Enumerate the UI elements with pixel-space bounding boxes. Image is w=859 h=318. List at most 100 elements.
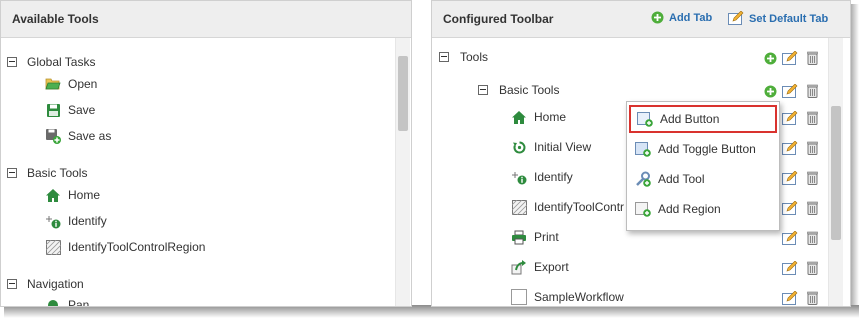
menu-item-add-button[interactable]: Add Button <box>629 105 777 133</box>
menu-item-add-toggle-button[interactable]: Add Toggle Button <box>629 135 777 163</box>
edit-icon[interactable] <box>782 200 798 216</box>
tree-item-identify-region[interactable]: IdentifyToolControlRegion <box>45 238 205 256</box>
left-scrollbar-thumb[interactable] <box>398 56 408 131</box>
save-icon <box>45 102 61 118</box>
item-label: Pan <box>68 298 90 307</box>
set-default-tab-button[interactable]: Set Default Tab <box>728 11 828 26</box>
toolbar-item-home[interactable]: Home <box>511 108 566 126</box>
menu-item-add-region[interactable]: Add Region <box>629 195 777 223</box>
collapse-toggle[interactable] <box>439 52 449 62</box>
item-label: Open <box>68 77 98 91</box>
add-circle-icon <box>651 11 664 24</box>
item-label: Print <box>534 230 559 244</box>
menu-item-label: Add Button <box>660 112 720 126</box>
item-label: Initial View <box>534 140 592 154</box>
trash-icon[interactable] <box>804 140 820 156</box>
add-toggle-button-icon <box>635 141 651 157</box>
group-label: Navigation <box>27 277 84 291</box>
trash-icon[interactable] <box>804 260 820 276</box>
menu-item-label: Add Tool <box>658 172 705 186</box>
tree-item-save[interactable]: Save <box>45 101 95 119</box>
folder-open-icon <box>45 76 61 92</box>
add-button-icon <box>637 111 653 127</box>
trash-icon[interactable] <box>804 110 820 126</box>
export-icon <box>511 259 527 275</box>
group-label: Global Tasks <box>27 55 96 69</box>
item-label: Home <box>68 188 101 202</box>
collapse-toggle[interactable] <box>7 57 17 67</box>
tree-item-identify[interactable]: Identify <box>45 212 107 230</box>
add-item-context-menu: Add Button Add Toggle Button Add Tool Ad… <box>626 101 780 231</box>
configured-toolbar-title: Configured Toolbar <box>443 12 554 26</box>
edit-icon[interactable] <box>782 230 798 246</box>
save-as-icon <box>45 128 61 144</box>
item-label: Identify <box>68 214 107 228</box>
edit-icon[interactable] <box>782 83 798 99</box>
edit-icon[interactable] <box>782 260 798 276</box>
group-label: Basic Tools <box>499 83 560 97</box>
menu-item-label: Add Region <box>658 202 721 216</box>
collapse-toggle[interactable] <box>478 85 488 95</box>
edit-icon[interactable] <box>782 50 798 66</box>
edit-icon[interactable] <box>782 170 798 186</box>
tree-group-navigation[interactable]: Navigation <box>7 275 84 293</box>
home-icon <box>45 187 61 203</box>
trash-icon[interactable] <box>804 200 820 216</box>
toolbar-item-export[interactable]: Export <box>511 258 569 276</box>
add-circle-icon[interactable] <box>762 50 778 66</box>
add-tab-label: Add Tab <box>669 11 713 24</box>
trash-icon[interactable] <box>804 290 820 306</box>
item-label: IdentifyToolContr <box>534 200 625 214</box>
tree-item-save-as[interactable]: Save as <box>45 127 111 145</box>
initial-view-icon <box>511 139 527 155</box>
collapse-toggle[interactable] <box>7 279 17 289</box>
toolbar-item-print[interactable]: Print <box>511 228 559 246</box>
right-scrollbar[interactable] <box>828 38 843 306</box>
right-scrollbar-thumb[interactable] <box>831 106 841 240</box>
left-scrollbar[interactable] <box>395 38 410 306</box>
edit-icon[interactable] <box>782 110 798 126</box>
item-label: Export <box>534 260 569 274</box>
add-region-icon <box>635 201 651 217</box>
available-tools-panel: Available Tools Global Tasks Open Save S… <box>0 0 412 307</box>
item-label: Save <box>68 103 96 117</box>
add-circle-icon[interactable] <box>762 83 778 99</box>
edit-icon <box>728 11 744 25</box>
trash-icon[interactable] <box>804 170 820 186</box>
trash-icon[interactable] <box>804 50 820 66</box>
tree-item-pan[interactable]: Pan <box>45 296 90 307</box>
tree-root-tools[interactable]: Tools <box>439 48 488 66</box>
available-tools-header: Available Tools <box>1 1 411 38</box>
group-label: Basic Tools <box>27 166 88 180</box>
toolbar-item-sample-workflow[interactable]: SampleWorkflow <box>511 288 624 306</box>
edit-icon[interactable] <box>782 140 798 156</box>
configured-toolbar-header: Configured Toolbar Add Tab Set Default T… <box>432 1 850 38</box>
item-label: Save as <box>68 129 112 143</box>
tree-item-open[interactable]: Open <box>45 75 97 93</box>
item-label: Home <box>534 110 567 124</box>
menu-item-add-tool[interactable]: Add Tool <box>629 165 777 193</box>
add-tab-button[interactable]: Add Tab <box>651 11 712 24</box>
print-icon <box>511 229 527 245</box>
home-icon <box>511 109 527 125</box>
tree-item-home[interactable]: Home <box>45 186 100 204</box>
trash-icon[interactable] <box>804 83 820 99</box>
toolbar-item-identify[interactable]: Identify <box>511 168 573 186</box>
pan-icon <box>45 297 61 306</box>
tree-group-basic-tools[interactable]: Basic Tools <box>7 164 87 182</box>
available-tools-title: Available Tools <box>12 12 99 26</box>
workflow-icon <box>511 289 527 305</box>
root-label: Tools <box>460 50 489 64</box>
toolbar-item-initial-view[interactable]: Initial View <box>511 138 591 156</box>
toolbar-item-identify-region[interactable]: IdentifyToolContr <box>511 198 624 216</box>
edit-icon[interactable] <box>782 290 798 306</box>
item-label: Identify <box>534 170 573 184</box>
wrench-icon <box>635 171 651 187</box>
collapse-toggle[interactable] <box>7 168 17 178</box>
tree-group-basic-tools[interactable]: Basic Tools <box>478 81 559 99</box>
tree-group-global-tasks[interactable]: Global Tasks <box>7 53 95 71</box>
trash-icon[interactable] <box>804 230 820 246</box>
identify-icon <box>511 169 527 185</box>
set-default-tab-label: Set Default Tab <box>749 12 829 25</box>
identify-icon <box>45 213 61 229</box>
